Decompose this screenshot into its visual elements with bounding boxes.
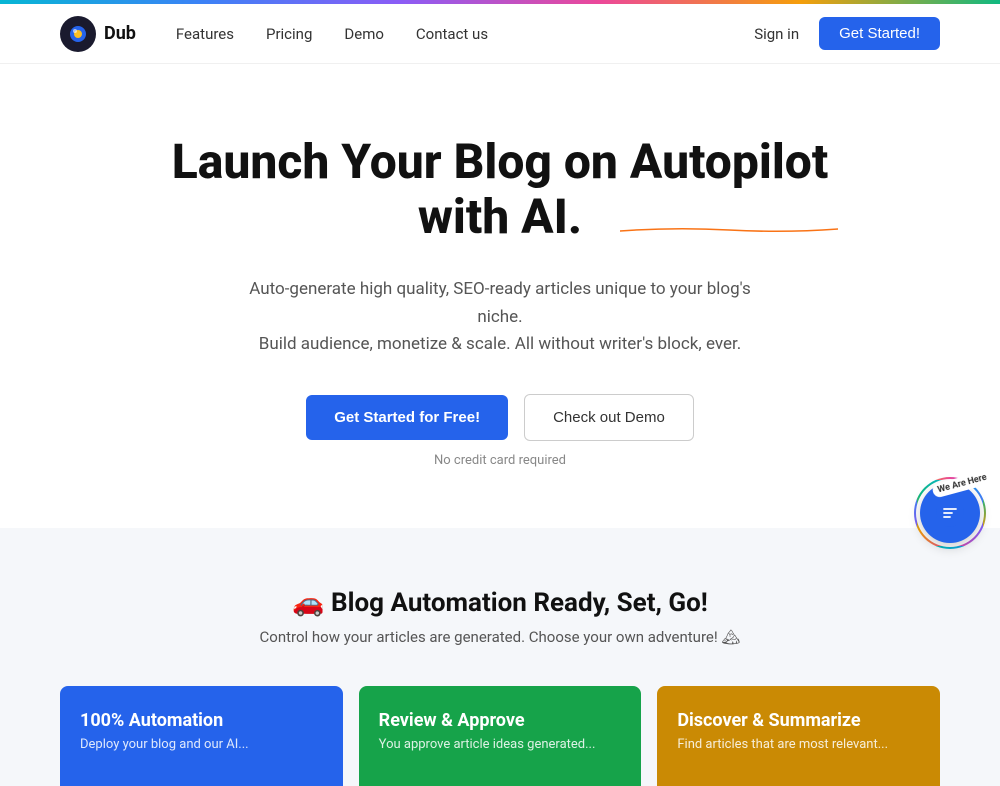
card-review-desc: You approve article ideas generated...	[379, 737, 622, 752]
get-started-hero-button[interactable]: Get Started for Free!	[306, 395, 508, 440]
nav-contact[interactable]: Contact us	[416, 25, 488, 43]
hero-buttons: Get Started for Free! Check out Demo	[306, 394, 694, 441]
hero-section: Launch Your Blog on Autopilot with AI. A…	[0, 64, 1000, 528]
get-started-nav-button[interactable]: Get Started!	[819, 17, 940, 50]
automation-cards: 100% Automation Deploy your blog and our…	[60, 686, 940, 786]
hero-title: Launch Your Blog on Autopilot with AI.	[150, 134, 850, 244]
card-review: Review & Approve You approve article ide…	[359, 686, 642, 786]
card-discover-desc: Find articles that are most relevant...	[677, 737, 920, 752]
orange-underline	[620, 189, 838, 195]
automation-subtitle: Control how your articles are generated.…	[60, 628, 940, 646]
card-discover: Discover & Summarize Find articles that …	[657, 686, 940, 786]
automation-title: 🚗 Blog Automation Ready, Set, Go!	[60, 588, 940, 618]
nav-demo[interactable]: Demo	[344, 25, 384, 43]
card-automation-title: 100% Automation	[80, 710, 323, 731]
nav-features[interactable]: Features	[176, 25, 234, 43]
hero-subtitle: Auto-generate high quality, SEO-ready ar…	[240, 276, 760, 358]
no-credit-text: No credit card required	[434, 453, 566, 468]
card-review-title: Review & Approve	[379, 710, 622, 731]
nav-right: Sign in Get Started!	[754, 17, 940, 50]
autopilot-text: Autopilot	[630, 134, 828, 189]
nav-pricing[interactable]: Pricing	[266, 25, 312, 43]
logo-icon	[60, 16, 96, 52]
nav-links: Features Pricing Demo Contact us	[176, 25, 754, 43]
card-discover-title: Discover & Summarize	[677, 710, 920, 731]
sign-in-link[interactable]: Sign in	[754, 25, 799, 43]
automation-section: 🚗 Blog Automation Ready, Set, Go! Contro…	[0, 528, 1000, 786]
brand-logo[interactable]: Dub	[60, 16, 136, 52]
card-automation-desc: Deploy your blog and our AI...	[80, 737, 323, 752]
brand-name: Dub	[104, 23, 136, 44]
navbar: Dub Features Pricing Demo Contact us Sig…	[0, 4, 1000, 64]
check-demo-button[interactable]: Check out Demo	[524, 394, 694, 441]
card-automation: 100% Automation Deploy your blog and our…	[60, 686, 343, 786]
